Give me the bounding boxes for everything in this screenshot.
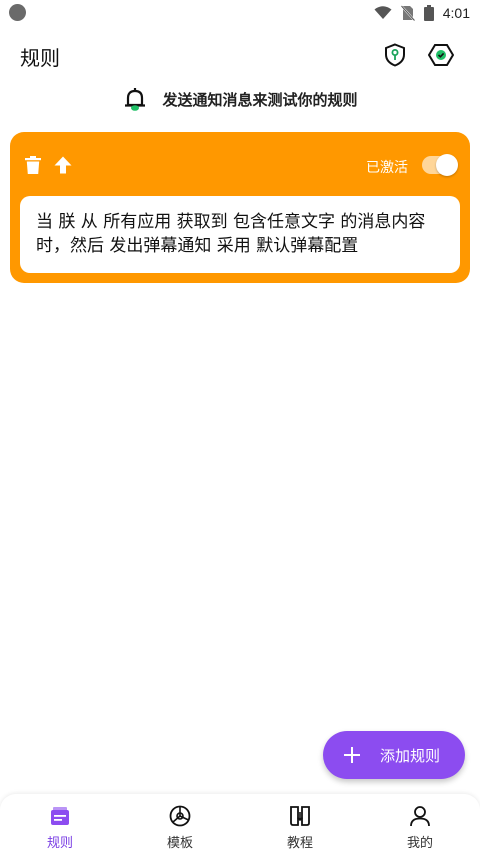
permission-shield-button[interactable] <box>382 42 408 68</box>
move-up-button[interactable] <box>52 154 74 176</box>
nav-label-rules: 规则 <box>46 836 73 851</box>
rules-icon <box>48 804 72 828</box>
bottom-nav: 规则 模板 教程 我的 <box>0 794 480 854</box>
nav-item-rules[interactable]: 规则 <box>0 794 120 854</box>
nav-label-profile: 我的 <box>406 836 433 851</box>
add-rule-button[interactable]: 添加规则 <box>323 731 465 779</box>
add-rule-label: 添加规则 <box>380 747 441 765</box>
rule-description[interactable]: 当 朕 从 所有应用 获取到 包含任意文字 的消息内容 时，然后 发出弹幕通知 … <box>20 196 460 273</box>
wifi-icon <box>374 6 392 19</box>
status-time: 4:01 <box>442 5 470 21</box>
arrow-up-icon <box>54 156 72 174</box>
nav-label-tutorial: 教程 <box>286 836 313 851</box>
notification-dot-icon <box>9 4 26 21</box>
hexagon-settings-icon <box>428 44 454 66</box>
profile-icon <box>408 804 432 828</box>
toggle-knob <box>436 154 458 176</box>
settings-hex-button[interactable] <box>428 42 454 68</box>
rule-enabled-toggle[interactable] <box>422 154 458 176</box>
nav-label-templates: 模板 <box>166 836 193 851</box>
rule-card[interactable]: 已激活 当 朕 从 所有应用 获取到 包含任意文字 的消息内容 时，然后 发出弹… <box>10 132 470 283</box>
status-icons: 4:01 <box>374 3 470 23</box>
bell-icon <box>125 88 146 111</box>
app-bar: 规则 <box>0 36 480 74</box>
screen: 4:01 规则 发送通知消息来测试你的规则 已激活 当 朕 从 所有应用 获取到… <box>0 0 480 854</box>
nav-item-templates[interactable]: 模板 <box>120 794 240 854</box>
delete-button[interactable] <box>22 154 44 176</box>
rule-status-label: 已激活 <box>366 160 408 176</box>
rule-description-line-1: 当 朕 从 所有应用 获取到 包含任意文字 的消息内容 <box>36 212 426 232</box>
template-icon <box>168 804 192 828</box>
battery-icon <box>423 5 434 21</box>
shield-key-icon <box>385 43 405 67</box>
send-test-label: 发送通知消息来测试你的规则 <box>162 90 358 109</box>
no-sim-icon <box>400 5 415 21</box>
nav-item-profile[interactable]: 我的 <box>360 794 480 854</box>
tutorial-icon <box>288 804 312 828</box>
rule-description-line-2: 时，然后 发出弹幕通知 采用 默认弹幕配置 <box>36 236 359 256</box>
page-title: 规则 <box>20 46 60 70</box>
plus-icon <box>344 747 360 763</box>
status-bar: 4:01 <box>0 0 480 26</box>
send-test-notification[interactable]: 发送通知消息来测试你的规则 <box>0 84 480 114</box>
trash-icon <box>25 156 41 174</box>
nav-item-tutorial[interactable]: 教程 <box>240 794 360 854</box>
